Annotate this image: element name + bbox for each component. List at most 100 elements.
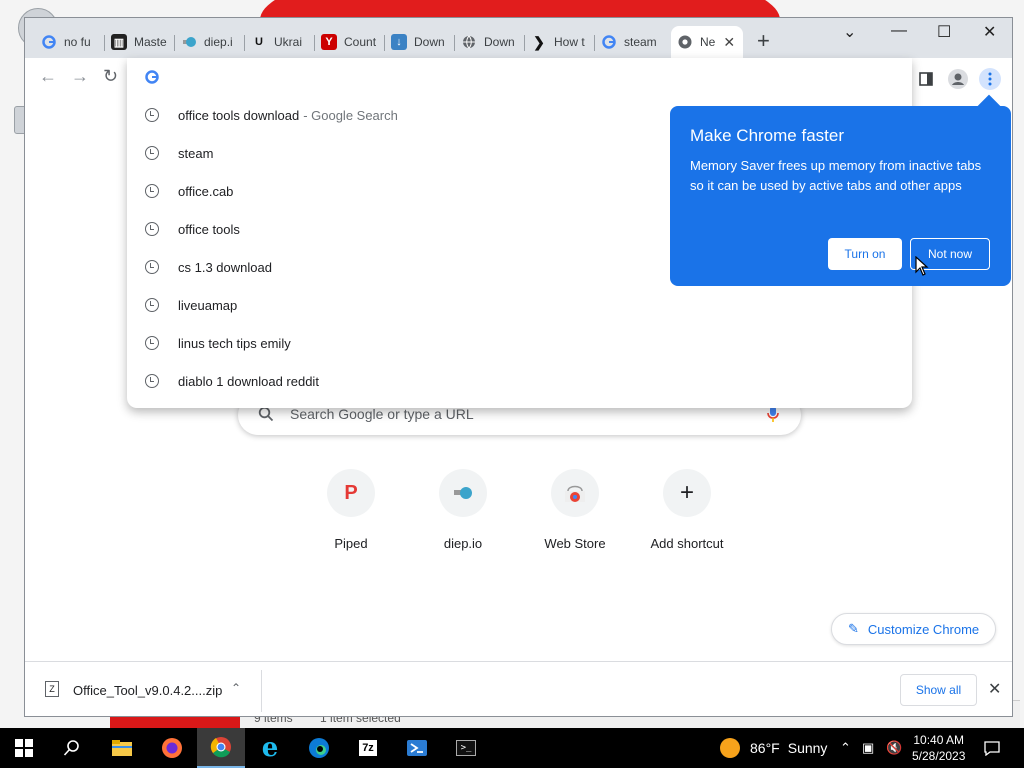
chevron-up-icon[interactable]: ⌃	[231, 681, 241, 695]
close-tab-icon[interactable]: ✕	[723, 34, 735, 51]
tab-label: Down	[484, 35, 515, 49]
tab-5[interactable]: ↓ Down	[385, 26, 455, 58]
menu-icon[interactable]	[979, 68, 1001, 90]
download-site-icon: ↓	[391, 34, 407, 50]
minimize-button[interactable]: —	[891, 22, 907, 40]
shortcut-web-store[interactable]: Web Store	[519, 469, 631, 551]
history-icon	[145, 146, 159, 160]
history-icon	[145, 108, 159, 122]
system-clock[interactable]: 10:40 AM 5/28/2023	[912, 732, 965, 764]
memory-saver-promo: Make Chrome faster Memory Saver frees up…	[670, 106, 1011, 286]
weather-widget[interactable]: 86°F Sunny	[720, 738, 827, 758]
tab-3[interactable]: U Ukrai	[245, 26, 315, 58]
zip-file-icon: Z	[45, 681, 59, 697]
chrome-icon	[677, 34, 693, 50]
search-icon[interactable]	[48, 728, 96, 768]
network-icon[interactable]: ▣	[862, 740, 874, 756]
globe-icon	[461, 34, 477, 50]
suggestion-text: cs 1.3 download	[178, 259, 272, 275]
firefox-icon[interactable]	[148, 728, 196, 768]
tab-9-active[interactable]: Ne ✕	[671, 26, 743, 58]
tab-0[interactable]: no fu	[35, 26, 105, 58]
arrow-logo-icon: ❯	[533, 33, 545, 50]
tab-2[interactable]: diep.i	[175, 26, 245, 58]
shortcut-label: Add shortcut	[650, 536, 724, 551]
suggestion-text: diablo 1 download reddit	[178, 373, 319, 389]
suggestion-suffix: - Google Search	[303, 107, 398, 123]
7zip-icon[interactable]: 7z	[344, 728, 392, 768]
tab-label: diep.i	[204, 35, 233, 49]
chrome-window: no fu ▥ Maste diep.i U Ukrai Y Count ↓ D…	[24, 17, 1013, 717]
tab-4[interactable]: Y Count	[315, 26, 385, 58]
tab-label: steam	[624, 35, 657, 49]
tab-label: Ukrai	[274, 35, 303, 49]
tab-label: Down	[414, 35, 445, 49]
search-icon	[258, 406, 274, 425]
tab-search-icon[interactable]: ⌄	[843, 22, 856, 42]
internet-explorer-icon[interactable]: e	[246, 728, 294, 768]
file-explorer-icon[interactable]	[98, 728, 146, 768]
back-button[interactable]: ←	[39, 66, 57, 87]
promo-body: Memory Saver frees up memory from inacti…	[690, 158, 982, 193]
clock-date: 5/28/2023	[912, 749, 966, 763]
microphone-icon[interactable]	[767, 405, 779, 426]
mouse-cursor-icon	[915, 256, 929, 276]
suggestion-item[interactable]: linus tech tips emily	[127, 324, 912, 362]
terminal-icon[interactable]: >_	[442, 728, 490, 768]
yandex-icon: Y	[321, 34, 337, 50]
history-icon	[145, 222, 159, 236]
close-shelf-icon[interactable]: ✕	[988, 679, 1001, 699]
tab-6[interactable]: Down	[455, 26, 525, 58]
download-shelf: Z Office_Tool_v9.0.4.2....zip ⌃ Show all…	[25, 661, 1012, 716]
customize-chrome-button[interactable]: ✎ Customize Chrome	[831, 613, 996, 645]
chrome-taskbar-icon[interactable]	[197, 728, 245, 768]
diep-icon	[439, 469, 487, 517]
turn-on-button[interactable]: Turn on	[828, 238, 902, 270]
forward-button[interactable]: →	[71, 66, 89, 87]
start-button[interactable]	[0, 728, 48, 768]
tab-label: no fu	[64, 35, 91, 49]
edge-icon[interactable]	[295, 728, 343, 768]
history-icon	[145, 260, 159, 274]
history-icon	[145, 336, 159, 350]
tab-label: Count	[344, 35, 377, 49]
shortcut-diep[interactable]: diep.io	[407, 469, 519, 551]
shortcut-add[interactable]: + Add shortcut	[631, 469, 743, 551]
google-icon	[145, 70, 159, 88]
profile-icon[interactable]	[947, 68, 969, 90]
shortcut-label: Piped	[334, 536, 368, 551]
tab-1[interactable]: ▥ Maste	[105, 26, 175, 58]
side-panel-icon[interactable]	[915, 68, 937, 90]
download-filename[interactable]: Office_Tool_v9.0.4.2....zip	[73, 683, 222, 698]
suggestion-item[interactable]: liveuamap	[127, 286, 912, 324]
new-tab-button[interactable]: +	[757, 30, 770, 52]
suggestion-text: linus tech tips emily	[178, 335, 291, 351]
suggestion-text: liveuamap	[178, 297, 238, 313]
promo-title: Make Chrome faster	[690, 126, 844, 145]
chevron-up-icon[interactable]: ⌃	[840, 740, 851, 756]
shortcut-piped[interactable]: P Piped	[295, 469, 407, 551]
tab-8[interactable]: steam	[595, 26, 665, 58]
diep-icon	[181, 34, 197, 50]
suggestion-text: office.cab	[178, 183, 234, 199]
google-icon	[601, 34, 617, 50]
tab-7[interactable]: ❯ How t	[525, 26, 595, 58]
suggestion-item[interactable]: diablo 1 download reddit	[127, 362, 912, 400]
tab-label: How t	[554, 35, 585, 49]
divider	[261, 670, 262, 712]
suggestion-text: office tools	[178, 221, 240, 237]
customize-label: Customize Chrome	[867, 621, 980, 637]
pencil-icon: ✎	[848, 621, 859, 636]
clock-time: 10:40 AM	[913, 733, 965, 747]
reload-button[interactable]: ↻	[103, 66, 118, 87]
tab-strip: no fu ▥ Maste diep.i U Ukrai Y Count ↓ D…	[25, 18, 1012, 58]
maximize-button[interactable]: ☐	[937, 22, 951, 42]
suggestion-text: steam	[178, 145, 214, 161]
close-window-button[interactable]: ✕	[983, 22, 996, 42]
show-all-button[interactable]: Show all	[900, 674, 977, 706]
office-tool-icon[interactable]	[393, 728, 441, 768]
volume-muted-icon[interactable]: 🔇	[886, 740, 902, 756]
history-icon	[145, 298, 159, 312]
notifications-icon[interactable]	[984, 740, 1000, 759]
piped-icon: P	[327, 469, 375, 517]
